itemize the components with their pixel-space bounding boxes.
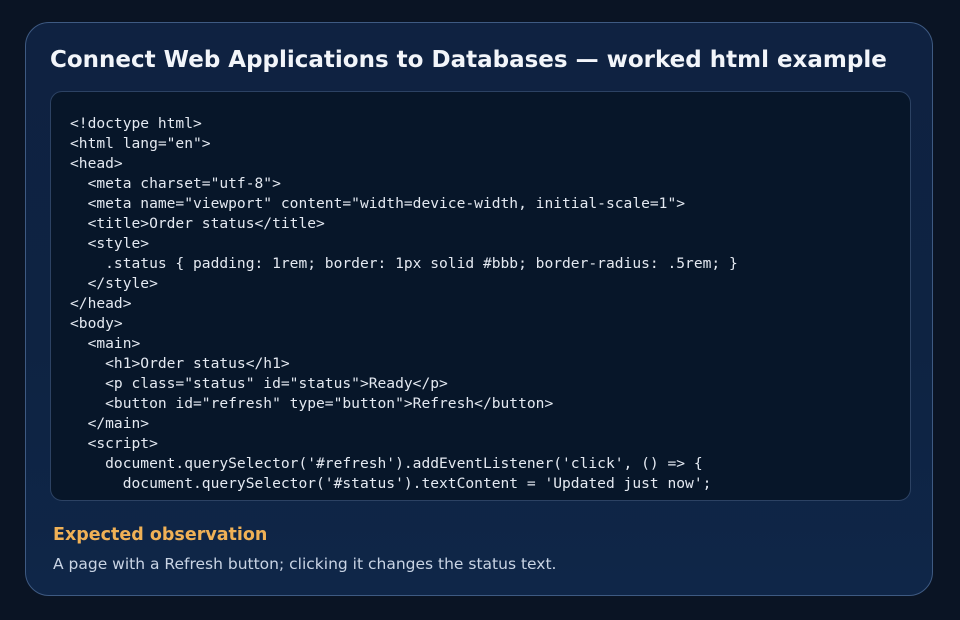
code-block: <!doctype html> <html lang="en"> <head> <m…	[51, 92, 910, 494]
observation-heading: Expected observation	[53, 525, 268, 545]
code-line: </style>	[70, 275, 158, 292]
page-title: Connect Web Applications to Databases — …	[50, 47, 887, 73]
code-line: <h1>Order status</h1>	[70, 355, 290, 372]
code-line: document.querySelector('#status').textCo…	[70, 475, 712, 492]
code-line: <meta name="viewport" content="width=dev…	[70, 195, 686, 212]
code-line: </head>	[70, 295, 132, 312]
code-line: <main>	[70, 335, 141, 352]
code-line: <meta charset="utf-8">	[70, 175, 281, 192]
code-line: .status { padding: 1rem; border: 1px sol…	[70, 255, 738, 272]
code-line: <head>	[70, 155, 123, 172]
code-line: <body>	[70, 315, 123, 332]
example-card: Connect Web Applications to Databases — …	[25, 22, 933, 596]
code-line: <title>Order status</title>	[70, 215, 325, 232]
code-panel: <!doctype html> <html lang="en"> <head> <m…	[50, 91, 911, 501]
code-line: <button id="refresh" type="button">Refre…	[70, 395, 554, 412]
code-line: <script>	[70, 435, 158, 452]
code-line: <!doctype html>	[70, 115, 202, 132]
code-line: <p class="status" id="status">Ready</p>	[70, 375, 448, 392]
code-line: </main>	[70, 415, 150, 432]
code-line: <style>	[70, 235, 150, 252]
code-line: document.querySelector('#refresh').addEv…	[70, 455, 703, 472]
code-line: <html lang="en">	[70, 135, 211, 152]
observation-text: A page with a Refresh button; clicking i…	[53, 555, 557, 573]
